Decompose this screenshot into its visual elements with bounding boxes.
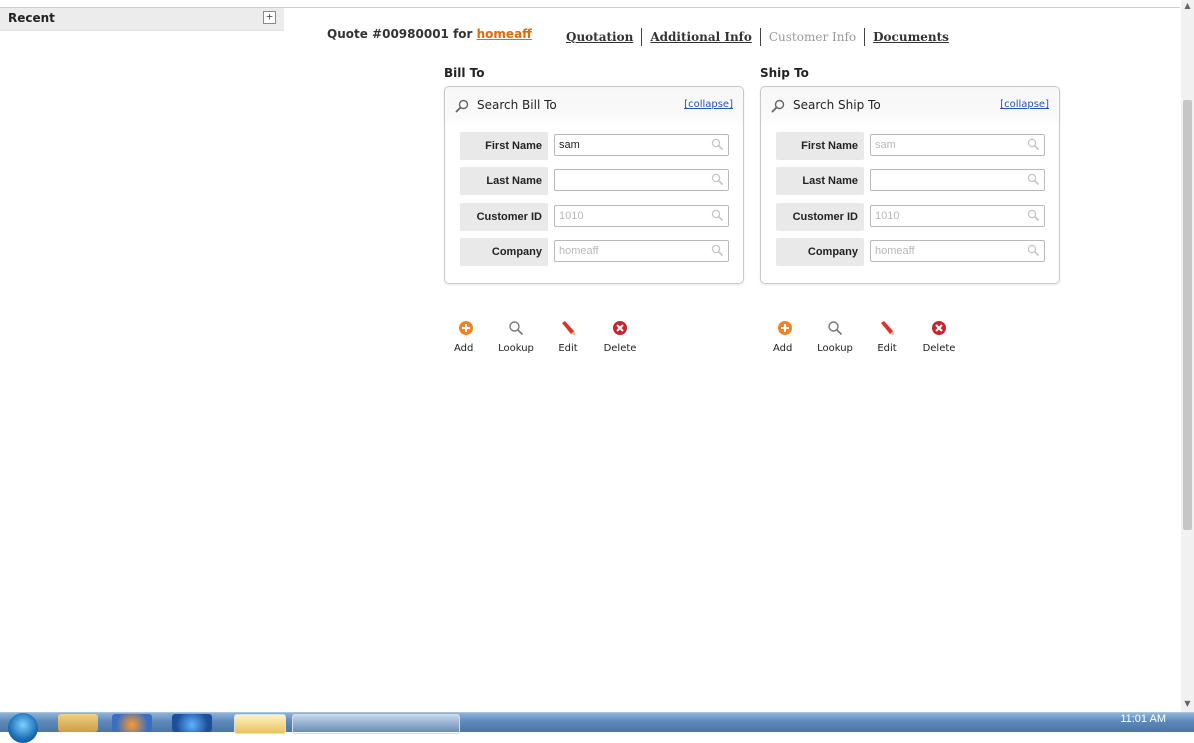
ship-to-last-name-field[interactable]: [870, 169, 1045, 191]
customer-id-label: Customer ID: [776, 203, 864, 231]
bill-to-panel-title: Search Bill To: [477, 98, 557, 112]
bill-to-lookup-button[interactable]: Lookup: [490, 320, 542, 354]
tab-quotation[interactable]: Quotation: [566, 30, 641, 44]
customer-id-label: Customer ID: [460, 203, 548, 231]
search-icon: [455, 99, 469, 113]
company-placeholder: homeaff: [559, 245, 599, 257]
ship-to-panel-header: Search Ship To [collapse]: [771, 97, 1049, 117]
windows-taskbar: 11:01 AM: [0, 712, 1194, 743]
ship-to-heading: Ship To: [760, 66, 809, 80]
bill-to-last-name-field[interactable]: [554, 169, 729, 191]
tab-additional-info[interactable]: Additional Info: [642, 30, 760, 44]
customer-id-placeholder: 1010: [559, 210, 584, 222]
scrollbar-thumb[interactable]: [1183, 100, 1192, 530]
edit-label: Edit: [558, 343, 578, 354]
recent-label: Recent: [8, 11, 55, 25]
ship-to-add-button[interactable]: Add: [773, 320, 809, 354]
first-name-value: sam: [559, 139, 580, 151]
tab-bar: Quotation Additional Info Customer Info …: [566, 27, 957, 47]
recent-panel-header: Recent +: [0, 8, 284, 31]
last-name-label: Last Name: [460, 167, 548, 195]
lookup-icon: [828, 321, 843, 336]
scroll-up-arrow-icon[interactable]: ▲: [1183, 2, 1192, 10]
lookup-label: Lookup: [817, 343, 853, 354]
tab-documents[interactable]: Documents: [865, 30, 957, 44]
bill-to-company-field[interactable]: homeaff: [554, 240, 729, 262]
bill-to-edit-button[interactable]: Edit: [542, 320, 594, 354]
bill-to-customer-id-field[interactable]: 1010: [554, 205, 729, 227]
bill-to-collapse-link[interactable]: [collapse]: [684, 99, 733, 110]
ship-to-panel-title: Search Ship To: [793, 98, 881, 112]
scroll-down-arrow-icon[interactable]: ▼: [1183, 700, 1192, 708]
search-icon: [711, 244, 724, 257]
ship-to-search-panel: Search Ship To [collapse] First Name sam…: [760, 86, 1060, 284]
search-icon: [1027, 244, 1040, 257]
last-name-label: Last Name: [776, 167, 864, 195]
delete-label: Delete: [603, 343, 637, 354]
search-icon: [771, 99, 785, 113]
quote-title: Quote #00980001 for: [327, 27, 477, 41]
start-button[interactable]: [8, 713, 38, 743]
taskbar-active-window[interactable]: [292, 714, 460, 734]
search-icon: [711, 138, 724, 151]
first-name-label: First Name: [776, 132, 864, 160]
edit-label: Edit: [877, 343, 897, 354]
ship-to-delete-button[interactable]: Delete: [913, 320, 965, 354]
bill-to-delete-button[interactable]: Delete: [594, 320, 646, 354]
search-icon: [711, 173, 724, 186]
ship-to-first-name-row: First Name sam: [776, 132, 1046, 160]
customer-id-placeholder: 1010: [875, 210, 900, 222]
taskbar-ie-icon[interactable]: [172, 714, 212, 732]
company-placeholder: homeaff: [875, 245, 915, 257]
first-name-placeholder: sam: [875, 139, 896, 151]
company-label: Company: [460, 238, 548, 266]
tab-customer-info[interactable]: Customer Info: [761, 30, 864, 44]
ship-to-collapse-link[interactable]: [collapse]: [1000, 99, 1049, 110]
bill-to-search-panel: Search Bill To [collapse] First Name sam…: [444, 86, 744, 284]
bill-to-first-name-field[interactable]: sam: [554, 134, 729, 156]
search-icon: [1027, 138, 1040, 151]
bill-to-action-toolbar: Add Lookup Edit Delete: [454, 320, 646, 354]
edit-pencil-icon: [881, 321, 894, 335]
bill-to-company-row: Company homeaff: [460, 238, 730, 266]
customer-link[interactable]: homeaff: [477, 27, 532, 41]
expand-recent-button[interactable]: +: [263, 11, 276, 24]
quote-header: Quote #00980001 for homeaff: [327, 27, 532, 47]
ship-to-company-row: Company homeaff: [776, 238, 1046, 266]
delete-label: Delete: [922, 343, 956, 354]
system-clock[interactable]: 11:01 AM: [1120, 713, 1166, 725]
add-label: Add: [454, 343, 474, 354]
ship-to-lookup-button[interactable]: Lookup: [809, 320, 861, 354]
add-label: Add: [773, 343, 793, 354]
taskbar-outlook-icon[interactable]: [58, 714, 98, 732]
ship-to-customer-id-field[interactable]: 1010: [870, 205, 1045, 227]
bill-to-heading: Bill To: [444, 66, 485, 80]
taskbar-explorer-icon[interactable]: [234, 714, 286, 734]
search-icon: [1027, 209, 1040, 222]
ship-to-action-toolbar: Add Lookup Edit Delete: [773, 320, 965, 354]
bill-to-first-name-row: First Name sam: [460, 132, 730, 160]
bill-to-customer-id-row: Customer ID 1010: [460, 203, 730, 231]
taskbar-firefox-icon[interactable]: [112, 714, 152, 732]
bill-to-panel-header: Search Bill To [collapse]: [455, 97, 733, 117]
delete-icon: [613, 321, 627, 335]
edit-pencil-icon: [562, 321, 575, 335]
lookup-icon: [509, 321, 524, 336]
ship-to-company-field[interactable]: homeaff: [870, 240, 1045, 262]
bill-to-add-button[interactable]: Add: [454, 320, 490, 354]
first-name-label: First Name: [460, 132, 548, 160]
ship-to-customer-id-row: Customer ID 1010: [776, 203, 1046, 231]
search-icon: [711, 209, 724, 222]
delete-icon: [932, 321, 946, 335]
lookup-label: Lookup: [498, 343, 534, 354]
bill-to-last-name-row: Last Name: [460, 167, 730, 195]
company-label: Company: [776, 238, 864, 266]
add-icon: [778, 321, 792, 335]
add-icon: [459, 321, 473, 335]
ship-to-first-name-field[interactable]: sam: [870, 134, 1045, 156]
ship-to-edit-button[interactable]: Edit: [861, 320, 913, 354]
ship-to-last-name-row: Last Name: [776, 167, 1046, 195]
search-icon: [1027, 173, 1040, 186]
